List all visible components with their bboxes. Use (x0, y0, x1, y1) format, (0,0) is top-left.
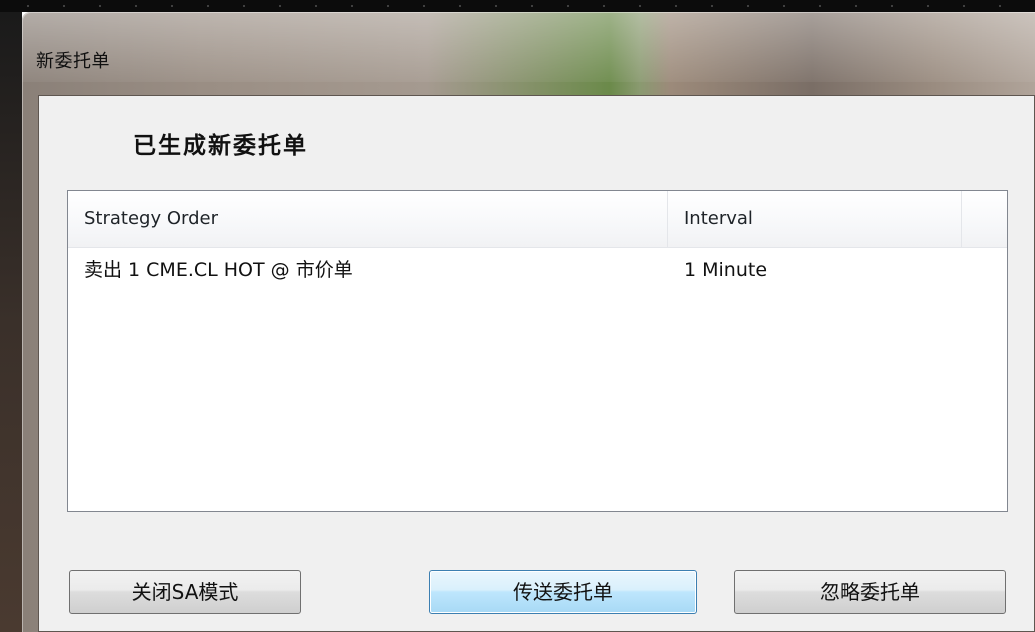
order-list[interactable]: Strategy Order Interval 卖出 1 CME.CL HOT … (67, 190, 1008, 512)
dialog-heading: 已生成新委托单 (133, 133, 308, 159)
close-sa-mode-button[interactable]: 关闭SA模式 (69, 570, 301, 614)
title-bar[interactable] (22, 12, 1035, 82)
chart-background-left (0, 12, 22, 632)
cell-strategy-order: 卖出 1 CME.CL HOT @ 市价单 (84, 259, 353, 281)
screen: 新委托单 已生成新委托单 Strategy Order Interval 卖出 … (0, 0, 1035, 632)
new-order-dialog: 新委托单 已生成新委托单 Strategy Order Interval 卖出 … (22, 12, 1035, 632)
ignore-order-button[interactable]: 忽略委托单 (734, 570, 1006, 614)
window-title: 新委托单 (36, 51, 110, 72)
chart-grid-dots (0, 0, 1035, 12)
list-header: Strategy Order Interval (68, 191, 1007, 248)
dialog-body: 已生成新委托单 Strategy Order Interval 卖出 1 CME… (38, 95, 1035, 632)
column-header-filler (962, 191, 1007, 247)
cell-interval: 1 Minute (684, 259, 768, 281)
list-item[interactable]: 卖出 1 CME.CL HOT @ 市价单 1 Minute (68, 253, 1007, 287)
send-order-button[interactable]: 传送委托单 (429, 570, 697, 614)
column-header-strategy-order[interactable]: Strategy Order (68, 191, 668, 247)
column-header-interval[interactable]: Interval (668, 191, 962, 247)
